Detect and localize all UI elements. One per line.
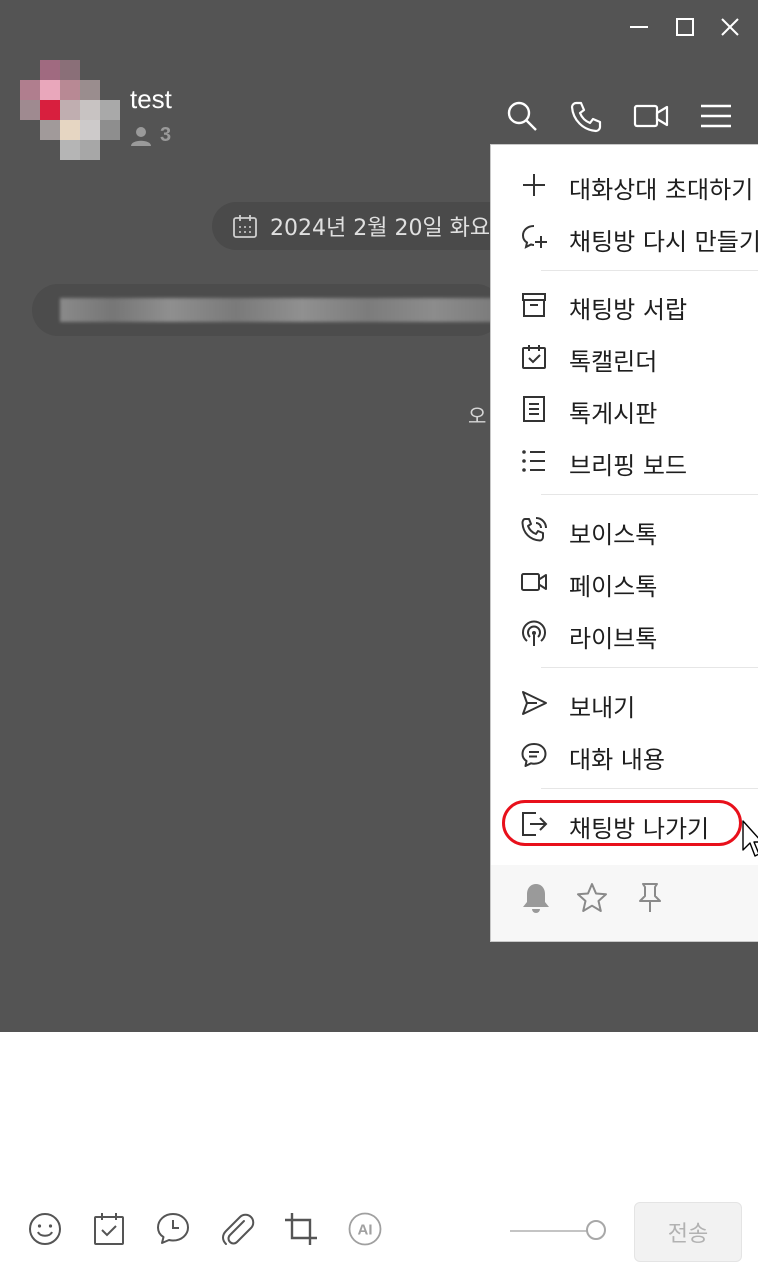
- plus-icon: [523, 174, 545, 196]
- menu-item-livetalk[interactable]: 라이브톡: [491, 608, 758, 660]
- pin-icon[interactable]: [633, 881, 667, 915]
- document-icon: [523, 396, 545, 422]
- person-icon: [131, 126, 151, 146]
- live-broadcast-icon: [522, 620, 546, 646]
- member-count[interactable]: 3: [130, 124, 171, 147]
- calendar-icon: [233, 215, 257, 238]
- star-icon[interactable]: [575, 881, 609, 915]
- menu-item-drawer[interactable]: 채팅방 서랍: [491, 279, 758, 331]
- crop-icon[interactable]: [282, 1210, 320, 1248]
- menu-item-board[interactable]: 톡게시판: [491, 383, 758, 435]
- ai-label: AI: [358, 1222, 373, 1239]
- menu-divider: [541, 667, 758, 668]
- mouse-cursor-icon: [742, 820, 758, 857]
- menu-divider: [541, 494, 758, 495]
- chat-room-menu: 대화상대 초대하기 채팅방 다시 만들기 채팅방 서랍 톡캘린더 톡게시판 브리…: [490, 144, 758, 942]
- menu-footer: [491, 865, 758, 941]
- exit-icon: [522, 812, 548, 836]
- voice-call-icon: [521, 517, 547, 542]
- menu-divider: [541, 788, 758, 789]
- chat-content-icon: [521, 743, 547, 767]
- menu-item-label: 페이스톡: [569, 573, 658, 601]
- menu-item-label: 보내기: [569, 694, 636, 722]
- date-divider: 2024년 2월 20일 화요일: [212, 202, 512, 250]
- menu-item-recreate[interactable]: 채팅방 다시 만들기: [491, 211, 758, 263]
- room-title: test: [130, 84, 172, 114]
- menu-item-calendar[interactable]: 톡캘린더: [491, 331, 758, 383]
- menu-item-voicetalk[interactable]: 보이스톡: [491, 504, 758, 556]
- ai-icon[interactable]: AI: [346, 1210, 384, 1248]
- font-size-slider-thumb[interactable]: [586, 1220, 606, 1240]
- avatar[interactable]: [20, 60, 120, 160]
- blurred-message: [32, 284, 502, 336]
- menu-item-facetalk[interactable]: 페이스톡: [491, 556, 758, 608]
- drawer-icon: [522, 293, 546, 317]
- menu-item-label: 대화상대 초대하기: [569, 176, 754, 204]
- minimize-icon[interactable]: [622, 10, 656, 44]
- menu-item-label: 톡캘린더: [569, 348, 658, 376]
- menu-divider: [541, 270, 758, 271]
- list-icon: [522, 450, 545, 472]
- menu-item-label: 채팅방 서랍: [569, 296, 688, 324]
- menu-item-label: 브리핑 보드: [569, 452, 688, 480]
- menu-item-label: 톡게시판: [569, 400, 658, 428]
- send-button[interactable]: 전송: [634, 1202, 742, 1262]
- attach-icon[interactable]: [218, 1210, 256, 1248]
- font-size-slider-track[interactable]: [510, 1230, 594, 1232]
- video-icon[interactable]: [633, 98, 669, 134]
- calendar-icon[interactable]: [90, 1210, 128, 1248]
- maximize-icon[interactable]: [668, 10, 702, 44]
- chat-plus-icon: [521, 225, 547, 249]
- menu-item-invite[interactable]: 대화상대 초대하기: [491, 159, 758, 211]
- menu-item-label: 대화 내용: [569, 746, 665, 774]
- menu-item-label: 채팅방 다시 만들기: [569, 228, 758, 256]
- menu-item-send[interactable]: 보내기: [491, 677, 758, 729]
- bell-icon[interactable]: [519, 881, 553, 915]
- close-icon[interactable]: [713, 10, 747, 44]
- schedule-chat-icon[interactable]: [154, 1210, 192, 1248]
- menu-item-label: 채팅방 나가기: [569, 815, 710, 843]
- search-icon[interactable]: [504, 98, 540, 134]
- emoji-icon[interactable]: [26, 1210, 64, 1248]
- video-call-icon: [521, 573, 547, 591]
- send-icon: [522, 691, 547, 715]
- phone-icon[interactable]: [568, 98, 604, 134]
- menu-item-chat-content[interactable]: 대화 내용: [491, 729, 758, 781]
- calendar-check-icon: [522, 345, 546, 369]
- partial-message-text: 오: [468, 404, 487, 428]
- menu-item-leave[interactable]: 채팅방 나가기: [491, 798, 758, 850]
- menu-item-briefing[interactable]: 브리핑 보드: [491, 435, 758, 487]
- menu-item-label: 라이브톡: [569, 625, 658, 653]
- menu-item-label: 보이스톡: [569, 521, 658, 549]
- date-label: 2024년 2월 20일 화요일: [270, 216, 511, 241]
- menu-icon[interactable]: [698, 98, 734, 134]
- member-count-value: 3: [160, 124, 172, 146]
